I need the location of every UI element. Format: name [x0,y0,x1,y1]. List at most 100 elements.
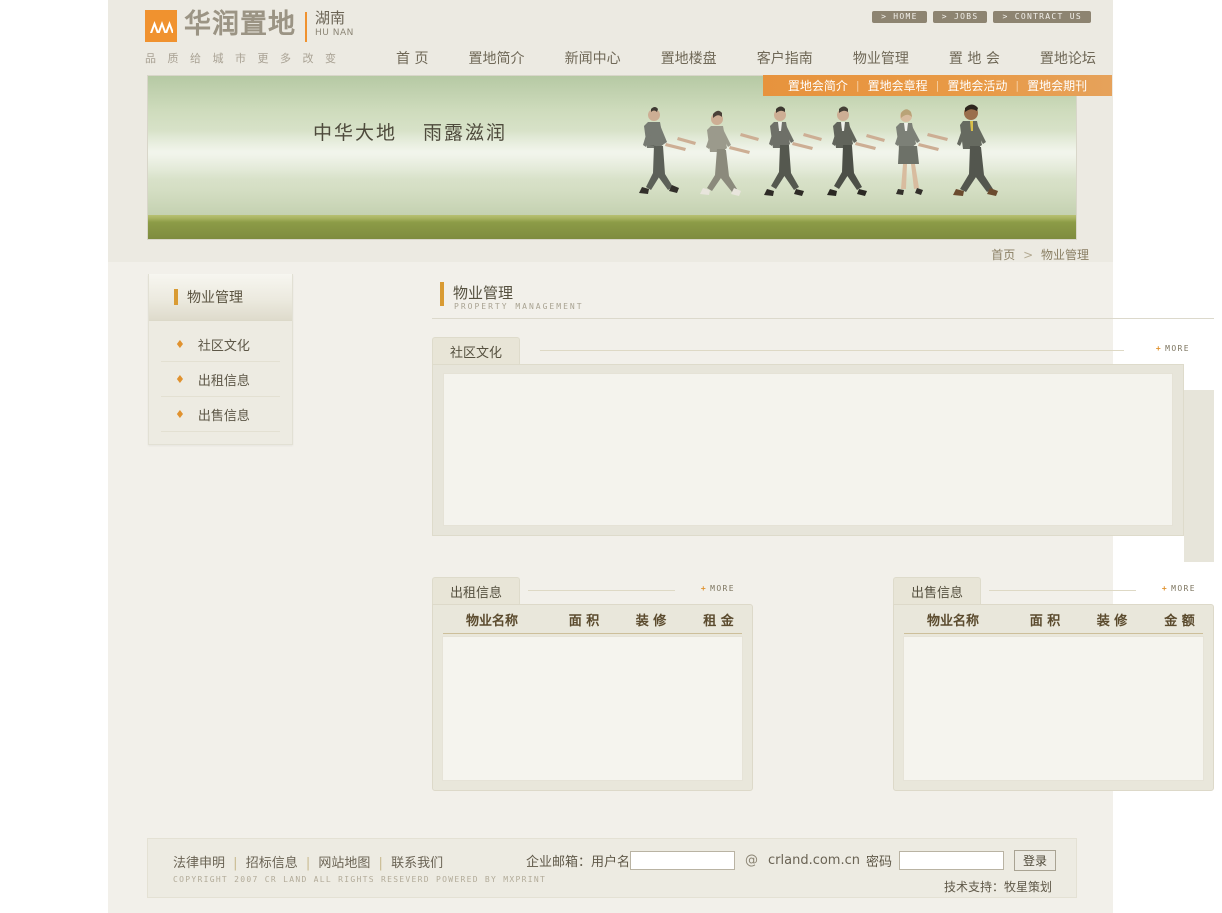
sidebar-header-tick-icon [174,289,178,305]
plus-icon: + [1162,584,1168,593]
banner-headline-right: 雨露滋润 [423,122,507,144]
rental-table-body [442,636,743,781]
sidebar-item-label: 出租信息 [198,370,250,389]
mail-label: 企业邮箱：用户名 [526,851,630,870]
at-symbol: @ [745,853,758,868]
footer-separator: | [379,856,383,871]
more-link-rental[interactable]: +MORE [701,584,735,593]
nav-item-about[interactable]: 置地简介 [469,48,525,68]
site-footer: 法律申明 | 招标信息 | 网站地图 | 联系我们 COPYRIGHT 2007… [147,838,1077,898]
top-button-home[interactable]: > HOME [872,11,927,23]
page-title-tick-icon [440,282,444,306]
top-button-jobs[interactable]: > JOBS [933,11,988,23]
mail-domain: crland.com.cn [768,853,860,868]
sale-info-column: 出售信息 +MORE 物业名称 面 积 装 修 金 额 [893,577,1214,791]
rental-panel-tabrow: 出租信息 +MORE [432,577,753,604]
top-button-contract-us[interactable]: > CONTRACT US [993,11,1091,23]
site-slogan: 品 质 给 城 市 更 多 改 变 [145,50,340,66]
more-label: MORE [710,584,735,593]
sale-panel-tabrow: 出售信息 +MORE [893,577,1214,604]
logo-mountain-icon [145,10,177,42]
banner-headline-left: 中华大地 [313,122,397,144]
footer-link-sitemap[interactable]: 网站地图 [318,856,370,871]
banner-headline: 中华大地 雨露滋润 [313,118,507,145]
sale-table-body [903,636,1204,781]
page-title-en: PROPERTY MANAGEMENT [454,302,584,311]
logo-region: 湖南 HU NAN [315,11,354,38]
rental-info-column: 出租信息 +MORE 物业名称 面 积 装 修 租 金 [432,577,753,791]
column-header-area: 面 积 [551,610,617,629]
bullet-icon: ♦ [175,408,185,421]
more-link-sale[interactable]: +MORE [1162,584,1196,593]
login-button[interactable]: 登录 [1014,850,1056,871]
sidebar: 物业管理 ♦ 社区文化 ♦ 出租信息 ♦ 出售信息 [148,274,293,445]
column-header-area: 面 积 [1012,610,1078,629]
column-header-decoration: 装 修 [1078,610,1146,629]
sidebar-item-label: 社区文化 [198,335,250,354]
sidebar-list: ♦ 社区文化 ♦ 出租信息 ♦ 出售信息 [149,321,292,444]
tab-rule [540,350,1124,351]
nav-item-news[interactable]: 新闻中心 [565,48,621,68]
logo-text: 华润置地 [184,10,296,40]
sidebar-item-rental-info[interactable]: ♦ 出租信息 [161,362,280,397]
sidebar-item-sale-info[interactable]: ♦ 出售信息 [161,397,280,432]
footer-link-bidding[interactable]: 招标信息 [246,856,298,871]
tab-rule [989,590,1136,591]
footer-link-legal[interactable]: 法律申明 [173,856,225,871]
footer-links: 法律申明 | 招标信息 | 网站地图 | 联系我们 [173,852,443,871]
nav-item-properties[interactable]: 置地楼盘 [661,48,717,68]
sidebar-item-community-culture[interactable]: ♦ 社区文化 [161,327,280,362]
sale-table-header: 物业名称 面 积 装 修 金 额 [894,605,1213,633]
rental-table-header: 物业名称 面 积 装 修 租 金 [433,605,752,633]
banner-people-illustration [638,101,1038,221]
page-title-cn: 物业管理 [453,282,513,303]
nav-item-club[interactable]: 置 地 会 [949,48,1000,68]
tab-community-culture[interactable]: 社区文化 [432,337,520,364]
footer-link-contact[interactable]: 联系我们 [391,856,443,871]
footer-separator: | [306,856,310,871]
nav-item-forum[interactable]: 置地论坛 [1040,48,1096,68]
tab-sale-info[interactable]: 出售信息 [893,577,981,604]
nav-item-home[interactable]: 首 页 [396,48,428,68]
rental-info-table: 物业名称 面 积 装 修 租 金 [432,604,753,791]
column-header-name: 物业名称 [894,610,1012,629]
page-container: 华润置地 湖南 HU NAN 品 质 给 城 市 更 多 改 变 > HOME … [108,0,1113,913]
breadcrumb-bar [108,241,1113,262]
column-header-decoration: 装 修 [617,610,685,629]
subnav-item-journal[interactable]: 置地会期刊 [1019,77,1095,94]
table-header-rule [904,633,1203,634]
plus-icon: + [1156,344,1162,353]
main-navigation: 首 页 置地简介 新闻中心 置地楼盘 客户指南 物业管理 置 地 会 置地论坛 [396,48,1096,68]
bullet-icon: ♦ [175,373,185,386]
panel-side-strip [1184,390,1214,562]
main-content: 物业管理 PROPERTY MANAGEMENT 社区文化 +MORE 出租信息… [432,274,1214,536]
plus-icon: + [701,584,707,593]
username-input[interactable] [630,851,735,870]
subnav-item-intro[interactable]: 置地会简介 [780,77,856,94]
site-header: 华润置地 湖南 HU NAN 品 质 给 城 市 更 多 改 变 > HOME … [108,0,1113,73]
community-culture-panel [432,364,1184,536]
sub-navigation: 置地会简介 | 置地会章程 | 置地会活动 | 置地会期刊 [763,75,1112,96]
tab-rule [528,590,675,591]
column-header-name: 物业名称 [433,610,551,629]
corporate-mail-login: 企业邮箱：用户名 @ crland.com.cn 密码 登录 [526,850,1056,871]
community-culture-content [443,373,1173,526]
more-link-culture[interactable]: +MORE [1156,344,1190,353]
site-logo[interactable]: 华润置地 湖南 HU NAN [145,10,354,42]
subnav-item-activities[interactable]: 置地会活动 [939,77,1015,94]
password-input[interactable] [899,851,1004,870]
footer-separator: | [233,856,237,871]
sidebar-item-label: 出售信息 [198,405,250,424]
top-button-group: > HOME > JOBS > CONTRACT US [872,11,1091,23]
nav-item-property-management[interactable]: 物业管理 [853,48,909,68]
nav-item-customer-guide[interactable]: 客户指南 [757,48,813,68]
column-header-amount: 金 额 [1146,610,1213,629]
breadcrumb: 首页 > 物业管理 [991,246,1089,263]
tab-rental-info[interactable]: 出租信息 [432,577,520,604]
subnav-item-charter[interactable]: 置地会章程 [860,77,936,94]
sidebar-title: 物业管理 [187,287,243,307]
sale-info-table: 物业名称 面 积 装 修 金 额 [893,604,1214,791]
breadcrumb-home[interactable]: 首页 [991,248,1015,262]
region-name-cn: 湖南 [315,11,354,27]
footer-copyright: COPYRIGHT 2007 CR LAND ALL RIGHTS RESEVE… [173,875,546,884]
